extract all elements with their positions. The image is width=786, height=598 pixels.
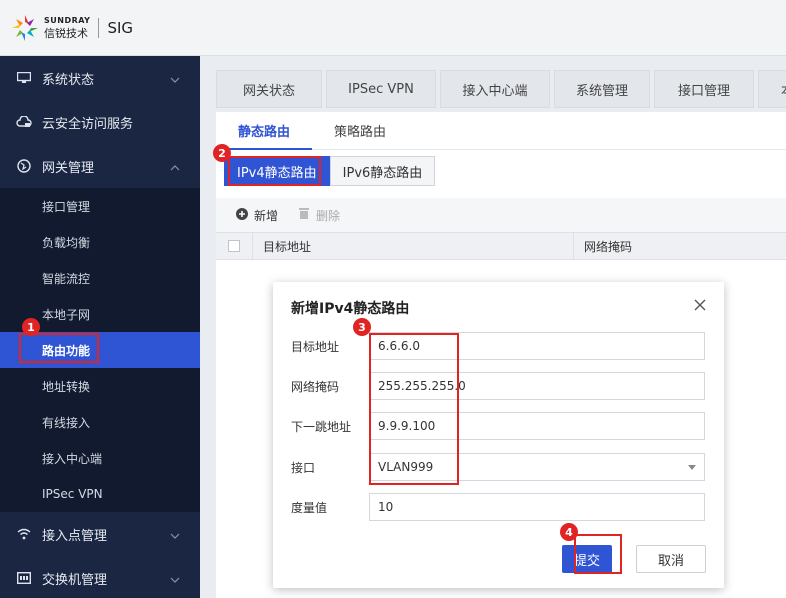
sidebar-group-label: 网关管理 (42, 160, 95, 176)
brand-logo: SUNDRAY 信锐技术 SIG (10, 13, 133, 43)
sidebar-item-load-balance[interactable]: 负载均衡 (0, 224, 200, 260)
monitor-icon (16, 70, 32, 86)
annotation-marker-2: 2 (213, 144, 231, 162)
tab-system-management[interactable]: 系统管理 (554, 70, 650, 108)
logo-en-text: SUNDRAY (44, 15, 91, 25)
subtab-bar: 静态路由 策略路由 (216, 112, 786, 150)
sidebar-group-label: 系统状态 (42, 72, 95, 88)
sidebar-item-ipsec-vpn[interactable]: IPSec VPN (0, 476, 200, 512)
chevron-down-icon (170, 72, 180, 87)
tab-gateway-status[interactable]: 网关状态 (216, 70, 322, 108)
cancel-button[interactable]: 取消 (636, 545, 706, 573)
sidebar-group-system-status[interactable]: 系统状态 (0, 56, 200, 100)
sidebar-item-wired-access[interactable]: 有线接入 (0, 404, 200, 440)
field-label: 下一跳地址 (291, 419, 352, 434)
form-row-interface: 接口 VLAN999 (291, 453, 705, 481)
select-all-checkbox[interactable] (228, 240, 240, 252)
tab-overflow[interactable]: 本 (758, 70, 786, 108)
wifi-icon (16, 526, 32, 542)
form-row-next-hop: 下一跳地址 9.9.9.100 (291, 412, 705, 440)
field-label: 目标地址 (291, 339, 340, 354)
top-header: SUNDRAY 信锐技术 SIG (0, 0, 786, 56)
logo-divider (98, 17, 100, 38)
chevron-down-icon (170, 528, 180, 543)
cloud-lock-icon (16, 114, 32, 130)
sidebar-group-gateway[interactable]: 网关管理 (0, 144, 200, 188)
tab-access-center[interactable]: 接入中心端 (440, 70, 550, 108)
form-row-netmask: 网络掩码 255.255.255.0 (291, 372, 705, 400)
close-icon[interactable] (694, 296, 706, 315)
annotation-box-routing (19, 333, 99, 363)
form-row-destination: 目标地址 6.6.6.0 (291, 332, 705, 360)
add-static-route-dialog: 新增IPv4静态路由 目标地址 6.6.6.0 网络掩码 255.255.255… (273, 282, 724, 588)
field-label: 网络掩码 (291, 379, 340, 394)
column-header-destination[interactable]: 目标地址 (253, 238, 573, 255)
sidebar-group-ap-management[interactable]: 接入点管理 (0, 512, 200, 556)
add-label: 新增 (254, 208, 279, 223)
plus-circle-icon (236, 207, 248, 223)
metric-input[interactable]: 10 (369, 493, 705, 521)
logo-cn-text: 信锐技术 (44, 26, 88, 40)
annotation-marker-4: 4 (560, 523, 578, 541)
sidebar-item-access-center[interactable]: 接入中心端 (0, 440, 200, 476)
table-header: 目标地址 网络掩码 (216, 232, 786, 260)
globe-icon (16, 158, 32, 174)
trash-icon (298, 207, 310, 223)
annotation-marker-3: 3 (353, 318, 371, 336)
tab-interface-management[interactable]: 接口管理 (654, 70, 754, 108)
app-name: SIG (107, 18, 134, 37)
delete-label: 删除 (316, 208, 341, 223)
top-tabbar: 网关状态 IPSec VPN 接入中心端 系统管理 接口管理 本 (216, 70, 786, 108)
sidebar-group-label: 交换机管理 (42, 572, 108, 588)
annotation-box-submit (574, 534, 622, 574)
add-button[interactable]: 新增 (236, 207, 278, 224)
sidebar-group-cloud-security[interactable]: 云安全访问服务 (0, 100, 200, 144)
sundray-logo-icon (10, 13, 40, 43)
field-label: 接口 (291, 460, 316, 475)
subtab-policy-route[interactable]: 策略路由 (312, 112, 408, 149)
sidebar-item-interface[interactable]: 接口管理 (0, 188, 200, 224)
sidebar-item-traffic-control[interactable]: 智能流控 (0, 260, 200, 296)
dialog-title: 新增IPv4静态路由 (291, 301, 410, 317)
form-row-metric: 度量值 10 (291, 493, 705, 521)
chevron-down-icon (170, 572, 180, 587)
ipv6-static-route-button[interactable]: IPv6静态路由 (329, 156, 436, 186)
annotation-marker-1: 1 (22, 318, 40, 336)
sidebar-group-switch-management[interactable]: 交换机管理 (0, 556, 200, 598)
caret-down-icon (688, 465, 696, 470)
chevron-up-icon (170, 160, 180, 175)
subtab-static-route[interactable]: 静态路由 (216, 112, 313, 150)
sidebar-group-label: 接入点管理 (42, 528, 108, 544)
field-label: 度量值 (291, 500, 328, 515)
switch-icon (16, 570, 32, 586)
tab-ipsec-vpn[interactable]: IPSec VPN (326, 70, 436, 108)
annotation-box-fields (369, 333, 459, 485)
annotation-box-ipv4 (228, 156, 321, 186)
sidebar-item-nat[interactable]: 地址转换 (0, 368, 200, 404)
column-header-netmask[interactable]: 网络掩码 (574, 238, 632, 255)
table-toolbar: 新增 删除 (216, 198, 786, 232)
sidebar-group-label: 云安全访问服务 (42, 116, 134, 132)
delete-button[interactable]: 删除 (298, 207, 340, 224)
